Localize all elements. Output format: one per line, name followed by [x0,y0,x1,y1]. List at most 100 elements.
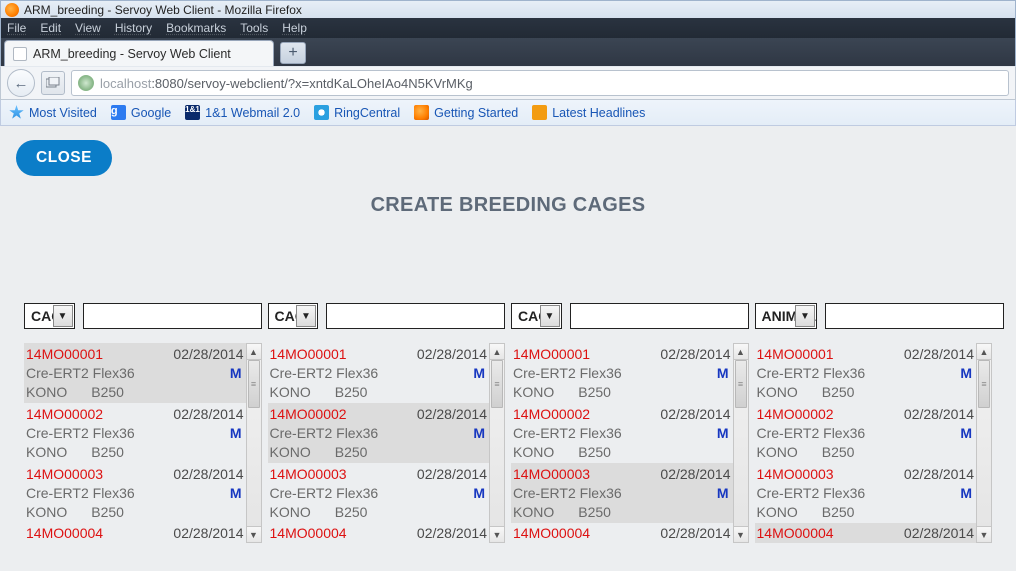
sex-label: M [717,485,731,501]
room-label: B250 [822,504,855,520]
scrollbar[interactable]: ▲▼ [489,343,505,543]
scroll-down-icon[interactable]: ▼ [734,526,748,542]
animal-id: 14MO00004 [26,525,103,541]
back-button[interactable]: ← [7,69,35,97]
page-title: CREATE BREEDING CAGES [16,194,1000,217]
url-bar[interactable]: localhost:8080/servoy-webclient/?x=xntdK… [71,70,1009,96]
record-card[interactable]: 14MO0000102/28/2014Cre-ERT2 Flex36MKONOB… [24,343,246,403]
window-titlebar[interactable]: ARM_breeding - Servoy Web Client - Mozil… [0,0,1016,18]
strain-label: Cre-ERT2 Flex36 [757,485,866,501]
record-card[interactable]: 14MO0000302/28/2014Cre-ERT2 Flex36MKONOB… [268,463,490,523]
record-date: 02/28/2014 [660,466,730,482]
record-card[interactable]: 14MO0000102/28/2014Cre-ERT2 Flex36MKONOB… [268,343,490,403]
site-identity-button[interactable] [41,71,65,95]
scroll-thumb[interactable] [978,360,990,408]
scroll-track[interactable] [247,360,261,526]
pi-label: KONO [513,384,554,400]
scroll-track[interactable] [977,360,991,526]
pi-label: KONO [757,504,798,520]
scroll-down-icon[interactable]: ▼ [977,526,991,542]
bookmark-latest-headlines[interactable]: Latest Headlines [532,105,645,120]
tabs-icon [46,77,60,89]
menu-history[interactable]: History [115,21,152,35]
strain-label: Cre-ERT2 Flex36 [270,485,379,501]
record-card[interactable]: 14MO0000202/28/2014Cre-ERT2 Flex36MKONOB… [268,403,490,463]
record-card-partial[interactable]: 14MO0000402/28/2014 [755,523,977,543]
animal-id: 14MO00004 [270,525,347,541]
scrollbar[interactable]: ▲▼ [246,343,262,543]
column-header: CAGE▼ [24,303,262,329]
bookmark-google[interactable]: gGoogle [111,105,171,120]
record-list: 14MO0000102/28/2014Cre-ERT2 Flex36MKONOB… [511,343,733,543]
record-date: 02/28/2014 [904,346,974,362]
bookmark-getting-started[interactable]: Getting Started [414,105,518,120]
bookmark-most-visited[interactable]: Most Visited [9,105,97,120]
search-input[interactable] [326,303,505,329]
column-header: CAGE▼ [511,303,749,329]
search-input[interactable] [570,303,749,329]
record-card[interactable]: 14MO0000202/28/2014Cre-ERT2 Flex36MKONOB… [24,403,246,463]
url-path: :8080/servoy-webclient/?x=xntdKaLOheIAo4… [151,76,472,91]
scrollbar[interactable]: ▲▼ [976,343,992,543]
rss-icon [532,105,547,120]
pi-label: KONO [270,504,311,520]
room-label: B250 [822,384,855,400]
record-date: 02/28/2014 [417,346,487,362]
scroll-down-icon[interactable]: ▼ [490,526,504,542]
record-date: 02/28/2014 [173,466,243,482]
menu-view[interactable]: View [75,21,101,35]
column-3: ANIMAL▼ 14MO0000102/28/2014Cre-ERT2 Flex3… [755,303,993,543]
search-input[interactable] [83,303,262,329]
search-mode-dropdown[interactable]: CAGE▼ [24,303,75,329]
tab-active[interactable]: ARM_breeding - Servoy Web Client [4,40,274,66]
record-card[interactable]: 14MO0000202/28/2014Cre-ERT2 Flex36MKONOB… [755,403,977,463]
column-2: CAGE▼ 14MO0000102/28/2014Cre-ERT2 Flex36M… [511,303,749,543]
menu-file[interactable]: File [7,21,26,35]
room-label: B250 [91,504,124,520]
search-mode-dropdown[interactable]: CAGE▼ [511,303,562,329]
room-label: B250 [91,384,124,400]
scroll-thumb[interactable] [248,360,260,408]
chevron-down-icon: ▼ [795,305,815,327]
globe-icon [78,75,94,91]
tab-label: ARM_breeding - Servoy Web Client [33,47,231,61]
record-card[interactable]: 14MO0000102/28/2014Cre-ERT2 Flex36MKONOB… [511,343,733,403]
scroll-up-icon[interactable]: ▲ [977,344,991,360]
record-card[interactable]: 14MO0000302/28/2014Cre-ERT2 Flex36MKONOB… [511,463,733,523]
scroll-thumb[interactable] [491,360,503,408]
scroll-track[interactable] [734,360,748,526]
sex-label: M [473,425,487,441]
menu-bookmarks[interactable]: Bookmarks [166,21,226,35]
scroll-down-icon[interactable]: ▼ [247,526,261,542]
menu-edit[interactable]: Edit [40,21,61,35]
firefox-icon [414,105,429,120]
menu-help[interactable]: Help [282,21,307,35]
scroll-thumb[interactable] [735,360,747,408]
animal-id: 14MO00001 [270,346,347,362]
search-mode-dropdown[interactable]: CAGE▼ [268,303,319,329]
record-card[interactable]: 14MO0000302/28/2014Cre-ERT2 Flex36MKONOB… [24,463,246,523]
search-input[interactable] [825,303,1004,329]
bookmark-1and1[interactable]: 1&11&1 Webmail 2.0 [185,105,300,120]
scroll-up-icon[interactable]: ▲ [734,344,748,360]
record-card[interactable]: 14MO0000202/28/2014Cre-ERT2 Flex36MKONOB… [511,403,733,463]
record-card-partial[interactable]: 14MO0000402/28/2014 [24,523,246,543]
search-mode-dropdown[interactable]: ANIMAL▼ [755,303,817,329]
menu-tools[interactable]: Tools [240,21,268,35]
scroll-track[interactable] [490,360,504,526]
record-card-partial[interactable]: 14MO0000402/28/2014 [268,523,490,543]
record-card-partial[interactable]: 14MO0000402/28/2014 [511,523,733,543]
scrollbar[interactable]: ▲▼ [733,343,749,543]
strain-label: Cre-ERT2 Flex36 [513,425,622,441]
record-card[interactable]: 14MO0000302/28/2014Cre-ERT2 Flex36MKONOB… [755,463,977,523]
close-button[interactable]: CLOSE [16,140,112,176]
firefox-window: ARM_breeding - Servoy Web Client - Mozil… [0,0,1016,571]
sex-label: M [473,365,487,381]
new-tab-button[interactable]: + [280,42,306,64]
animal-id: 14MO00003 [26,466,103,482]
record-card[interactable]: 14MO0000102/28/2014Cre-ERT2 Flex36MKONOB… [755,343,977,403]
bookmark-ringcentral[interactable]: RingCentral [314,105,400,120]
record-date: 02/28/2014 [660,406,730,422]
scroll-up-icon[interactable]: ▲ [490,344,504,360]
scroll-up-icon[interactable]: ▲ [247,344,261,360]
